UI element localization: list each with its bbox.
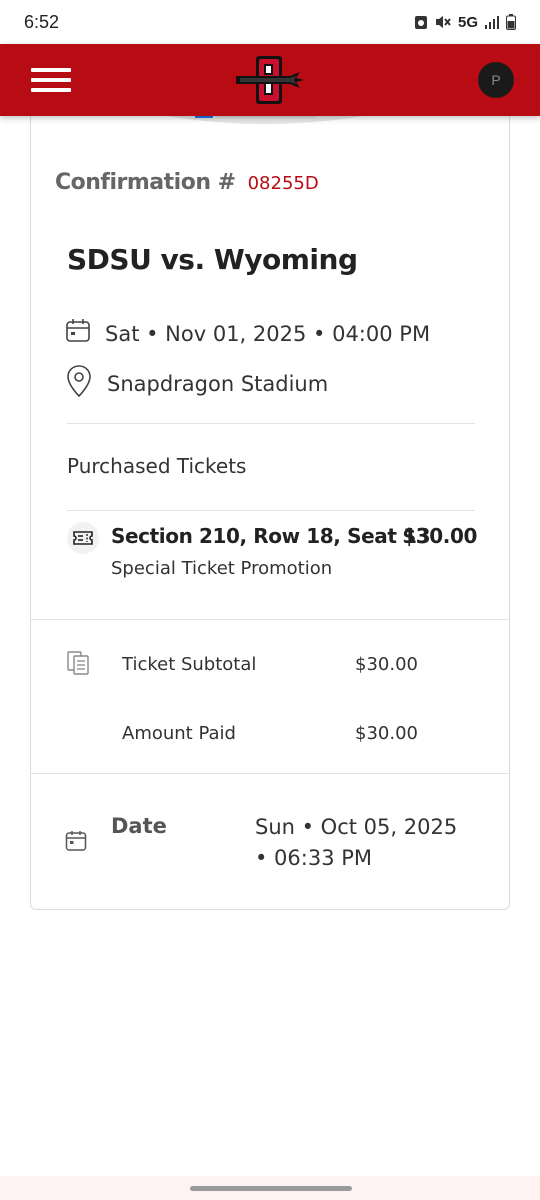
signal-icon xyxy=(484,15,500,29)
divider xyxy=(31,773,509,774)
calendar-icon xyxy=(65,318,91,349)
divider xyxy=(31,619,509,620)
mute-icon xyxy=(434,14,452,30)
order-date-value: Sun • Oct 05, 2025 • 06:33 PM xyxy=(255,815,458,870)
event-venue: Snapdragon Stadium xyxy=(107,371,329,396)
app-header: P xyxy=(0,44,540,116)
event-venue-row: Snapdragon Stadium xyxy=(65,364,328,403)
divider xyxy=(67,423,475,424)
status-time: 6:52 xyxy=(24,11,60,32)
avatar[interactable]: P xyxy=(478,62,514,98)
confirmation-row: Confirmation # 08255D xyxy=(55,170,319,195)
order-card: Confirmation # 08255D SDSU vs. Wyoming S… xyxy=(30,116,510,910)
system-nav-bar xyxy=(0,1176,540,1200)
subtotal-value: $30.00 xyxy=(355,654,418,675)
amount-paid-value: $30.00 xyxy=(355,723,418,744)
calendar-icon xyxy=(65,830,87,857)
receipt-icon xyxy=(65,650,91,681)
status-bar: 6:52 5G xyxy=(0,0,540,44)
ticket-promo: Special Ticket Promotion xyxy=(111,558,333,579)
home-gesture-handle[interactable] xyxy=(190,1186,352,1191)
event-datetime: Sat • Nov 01, 2025 • 04:00 PM xyxy=(105,321,431,346)
status-icons: 5G xyxy=(414,14,516,31)
purchased-heading: Purchased Tickets xyxy=(67,454,247,478)
menu-icon[interactable] xyxy=(30,64,72,96)
ticket-price: $30.00 xyxy=(402,524,477,548)
ticket-icon xyxy=(67,522,99,554)
main-content: Confirmation # 08255D SDSU vs. Wyoming S… xyxy=(0,112,540,1176)
subtotal-label: Ticket Subtotal xyxy=(122,654,257,675)
confirmation-number: 08255D xyxy=(247,173,319,194)
location-pin-icon xyxy=(65,364,93,403)
amount-paid-label: Amount Paid xyxy=(122,723,236,744)
ticket-section: Section 210, Row 18, Seat 13 xyxy=(111,524,431,548)
network-label: 5G xyxy=(457,13,478,31)
battery-icon xyxy=(506,14,516,30)
notification-icon xyxy=(414,14,428,30)
sdsu-logo[interactable] xyxy=(234,52,306,113)
confirmation-label: Confirmation # xyxy=(55,170,236,195)
event-date-row: Sat • Nov 01, 2025 • 04:00 PM xyxy=(65,318,430,349)
event-title: SDSU vs. Wyoming xyxy=(67,243,358,276)
divider xyxy=(67,510,475,511)
order-date-label: Date xyxy=(111,814,167,838)
